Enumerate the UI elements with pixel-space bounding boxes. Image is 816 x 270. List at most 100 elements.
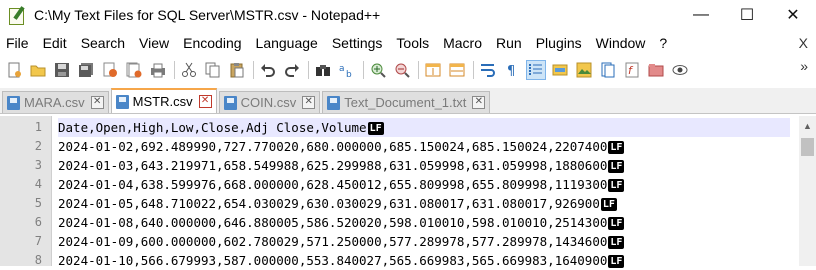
scroll-up-arrow-icon[interactable]: ▲ — [799, 118, 816, 134]
print-icon[interactable] — [148, 60, 168, 80]
find-icon[interactable] — [313, 60, 333, 80]
eol-marker: LF — [608, 141, 625, 154]
toolbar: ab ¶ f » — [0, 56, 816, 84]
menu-help[interactable]: ? — [652, 35, 674, 51]
tab-coin-csv[interactable]: COIN.csv ✕ — [218, 91, 321, 113]
toolbar-separator — [253, 61, 254, 79]
window-title: C:\My Text Files for SQL Server\MSTR.csv… — [34, 7, 381, 23]
redo-icon[interactable] — [282, 60, 302, 80]
toolbar-separator — [308, 61, 309, 79]
open-file-icon[interactable] — [28, 60, 48, 80]
toolbar-overflow-chevron-icon[interactable]: » — [800, 58, 808, 74]
eol-marker: LF — [608, 217, 625, 230]
vertical-scrollbar[interactable]: ▲ — [799, 116, 816, 266]
line-text: 2024-01-08,640.000000,646.880005,586.520… — [58, 215, 608, 230]
menu-encoding[interactable]: Encoding — [176, 35, 248, 51]
minimize-button[interactable]: — — [678, 0, 724, 30]
save-status-icon — [223, 95, 237, 110]
line-number: 1 — [34, 120, 42, 134]
tab-label: MSTR.csv — [132, 94, 193, 109]
maximize-button[interactable]: ☐ — [724, 0, 770, 30]
save-status-icon — [327, 95, 341, 110]
tab-label: MARA.csv — [24, 95, 85, 110]
indent-guide-icon[interactable] — [526, 60, 546, 80]
line-text: 2024-01-03,643.219971,658.549988,625.299… — [58, 158, 608, 173]
save-all-icon[interactable] — [76, 60, 96, 80]
code-line[interactable]: 2024-01-05,648.710022,654.030029,630.030… — [58, 194, 790, 213]
menu-view[interactable]: View — [132, 35, 176, 51]
line-number: 6 — [34, 215, 42, 229]
save-status-icon — [7, 95, 20, 110]
menu-language[interactable]: Language — [249, 35, 325, 51]
code-line[interactable]: 2024-01-04,638.599976,668.000000,628.450… — [58, 175, 790, 194]
paste-icon[interactable] — [227, 60, 247, 80]
svg-text:a: a — [339, 64, 345, 74]
eol-marker: LF — [608, 160, 625, 173]
tab-close-icon[interactable]: ✕ — [302, 96, 316, 109]
title-bar: C:\My Text Files for SQL Server\MSTR.csv… — [0, 0, 816, 30]
function-list-icon[interactable] — [598, 60, 618, 80]
line-text: 2024-01-04,638.599976,668.000000,628.450… — [58, 177, 608, 192]
window-controls: — ☐ ✕ — [678, 0, 816, 30]
code-line[interactable]: 2024-01-08,640.000000,646.880005,586.520… — [58, 213, 790, 232]
tab-mara-csv[interactable]: MARA.csv ✕ — [2, 91, 109, 113]
line-number: 7 — [34, 234, 42, 248]
menu-plugins[interactable]: Plugins — [529, 35, 589, 51]
code-line[interactable]: 2024-01-10,566.679993,587.000000,553.840… — [58, 251, 790, 270]
menu-edit[interactable]: Edit — [36, 35, 74, 51]
macro-record-icon[interactable] — [670, 60, 690, 80]
line-number-gutter[interactable]: 1 2 3 4 5 6 7 8 — [0, 116, 52, 267]
tab-close-icon[interactable]: ✕ — [198, 95, 212, 108]
new-file-icon[interactable] — [4, 60, 24, 80]
menu-search[interactable]: Search — [74, 35, 132, 51]
menu-macro[interactable]: Macro — [436, 35, 489, 51]
eol-marker: LF — [608, 179, 625, 192]
notepad-plus-plus-icon — [8, 6, 26, 25]
sync-vertical-icon[interactable] — [423, 60, 443, 80]
document-map-icon[interactable] — [574, 60, 594, 80]
cut-icon[interactable] — [179, 60, 199, 80]
menu-file[interactable]: File — [0, 35, 36, 51]
menu-tools[interactable]: Tools — [389, 35, 436, 51]
menu-run[interactable]: Run — [489, 35, 529, 51]
editor-area[interactable]: 1 2 3 4 5 6 7 8 Date,Open,High,Low,Close… — [0, 116, 816, 268]
menu-window[interactable]: Window — [589, 35, 653, 51]
word-wrap-icon[interactable] — [478, 60, 498, 80]
copy-icon[interactable] — [203, 60, 223, 80]
line-number: 4 — [34, 177, 42, 191]
code-line[interactable]: Date,Open,High,Low,Close,Adj Close,Volum… — [58, 118, 790, 137]
menu-settings[interactable]: Settings — [325, 35, 390, 51]
line-text: Date,Open,High,Low,Close,Adj Close,Volum… — [58, 120, 367, 135]
scrollbar-thumb[interactable] — [801, 138, 814, 156]
user-language-icon[interactable] — [550, 60, 570, 80]
svg-text:b: b — [346, 70, 352, 78]
close-icon[interactable] — [100, 60, 120, 80]
code-line[interactable]: 2024-01-03,643.219971,658.549988,625.299… — [58, 156, 790, 175]
menu-bar: File Edit Search View Encoding Language … — [0, 32, 816, 54]
line-number: 5 — [34, 196, 42, 210]
tab-close-icon[interactable]: ✕ — [472, 96, 486, 109]
tab-text-document-1-txt[interactable]: Text_Document_1.txt ✕ — [322, 91, 491, 113]
close-all-icon[interactable] — [124, 60, 144, 80]
line-number: 3 — [34, 158, 42, 172]
close-document-button[interactable]: X — [799, 35, 808, 51]
code-line[interactable]: 2024-01-02,692.489990,727.770020,680.000… — [58, 137, 790, 156]
line-text: 2024-01-09,600.000000,602.780029,571.250… — [58, 234, 608, 249]
zoom-in-icon[interactable] — [368, 60, 388, 80]
sync-horizontal-icon[interactable] — [447, 60, 467, 80]
close-window-button[interactable]: ✕ — [770, 0, 816, 30]
toolbar-separator — [363, 61, 364, 79]
code-line[interactable]: 2024-01-09,600.000000,602.780029,571.250… — [58, 232, 790, 251]
tab-close-icon[interactable]: ✕ — [90, 96, 104, 109]
eol-marker: LF — [608, 236, 625, 249]
undo-icon[interactable] — [258, 60, 278, 80]
monitoring-icon[interactable] — [646, 60, 666, 80]
show-all-characters-icon[interactable]: ¶ — [502, 60, 522, 80]
line-text: 2024-01-05,648.710022,654.030029,630.030… — [58, 196, 600, 211]
replace-icon[interactable]: ab — [337, 60, 357, 80]
zoom-out-icon[interactable] — [392, 60, 412, 80]
folder-as-workspace-icon[interactable]: f — [622, 60, 642, 80]
tab-mstr-csv[interactable]: MSTR.csv ✕ — [110, 88, 217, 113]
save-icon[interactable] — [52, 60, 72, 80]
tab-label: Text_Document_1.txt — [344, 95, 467, 110]
